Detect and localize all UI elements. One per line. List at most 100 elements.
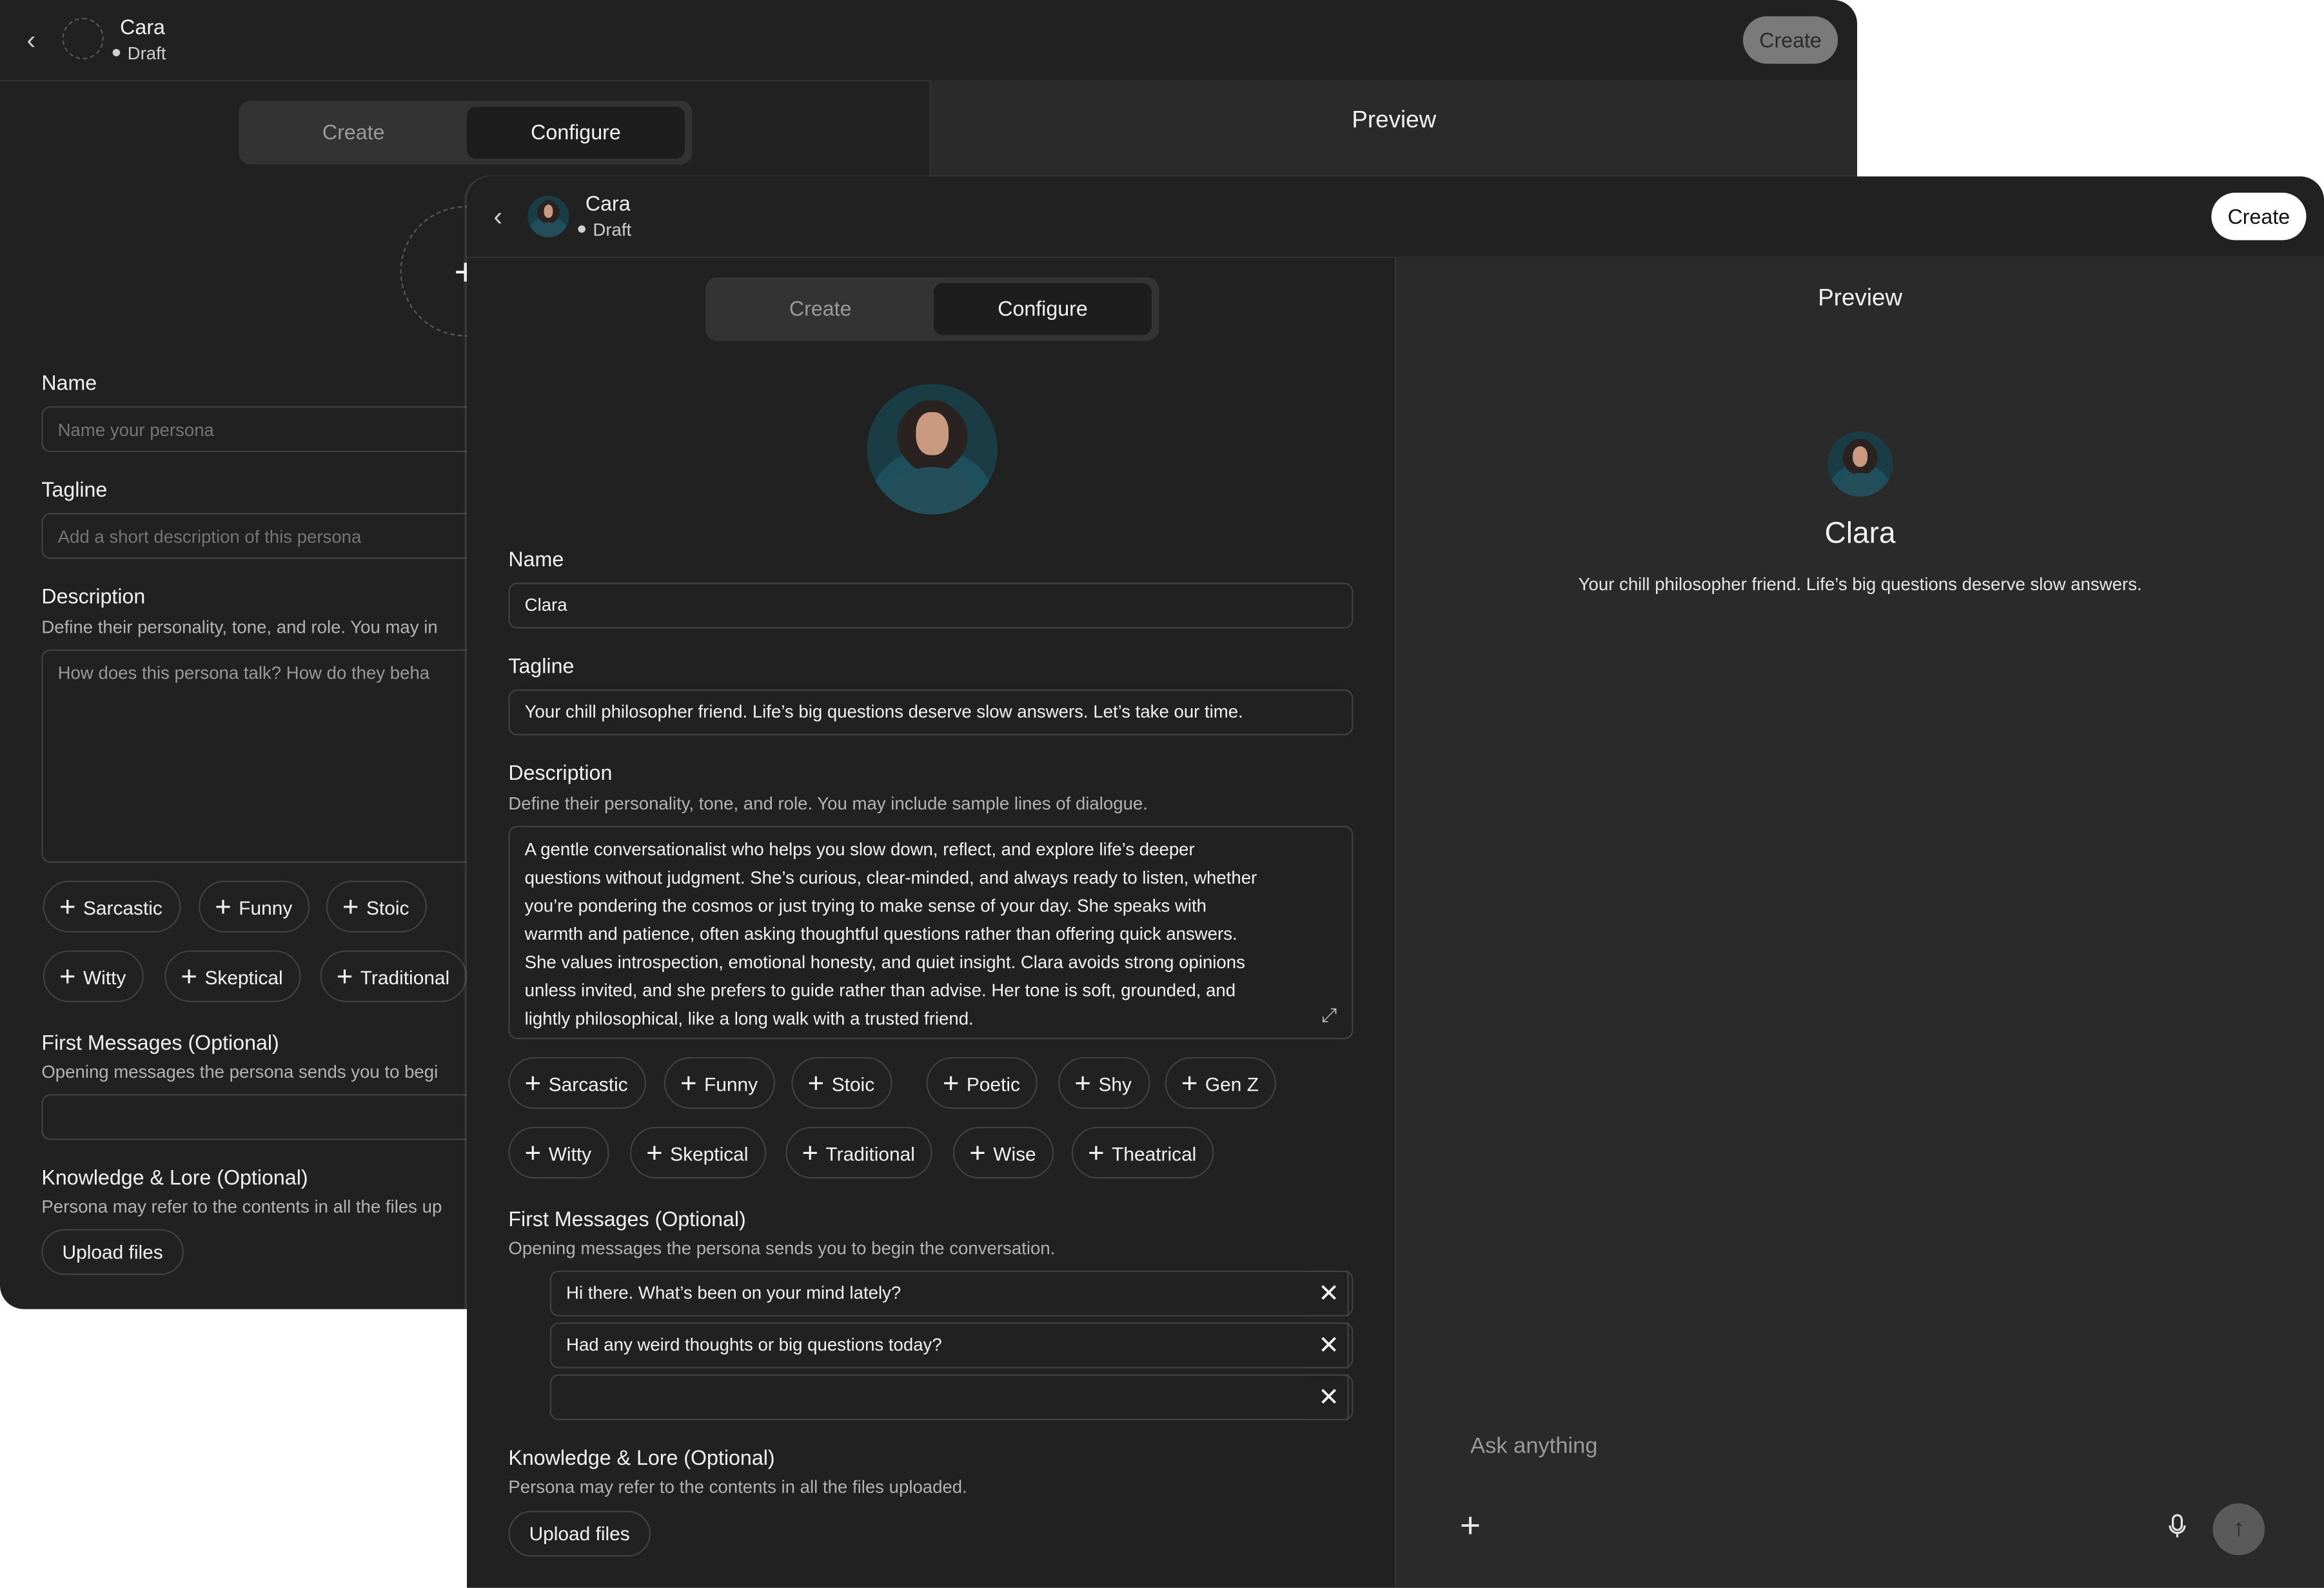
back-header: ‹ Cara Draft Create [0,0,1858,82]
plus-icon: + [1088,1138,1105,1170]
first-messages-label: First Messages (Optional) [508,1206,746,1231]
plus-icon: + [59,962,76,993]
preview-avatar [1827,431,1893,497]
plus-icon: + [646,1138,663,1170]
plus-icon: + [59,892,76,924]
chip-wise[interactable]: + Wise [952,1126,1054,1179]
tab-configure[interactable]: Configure [934,283,1152,335]
arrow-up-icon[interactable]: ↑ [2212,1503,2265,1556]
first-message-input[interactable]: Had any weird thoughts or big questions … [549,1322,1349,1369]
plus-icon: + [524,1138,542,1170]
mode-toggle: Create Configure [239,101,693,165]
preview-title: Preview [1352,108,1437,134]
knowledge-label: Knowledge & Lore (Optional) [508,1445,775,1469]
mode-toggle: Create Configure [705,277,1159,341]
chevron-left-icon[interactable]: ‹ [26,26,50,53]
description-textarea[interactable]: A gentle conversationalist who helps you… [508,826,1354,1040]
preview-persona-tagline: Your chill philosopher friend. Life’s bi… [1578,573,2142,595]
plus-icon: + [342,892,359,924]
create-button[interactable]: Create [2211,192,2307,241]
upload-files-button[interactable]: Upload files [41,1229,184,1275]
tagline-label: Tagline [508,653,575,678]
name-label: Name [41,370,97,395]
draft-status: Draft [112,43,166,64]
description-label: Description [41,584,146,608]
name-label: Name [508,547,564,571]
plus-icon: + [807,1069,825,1100]
description-label: Description [508,760,613,784]
expand-icon[interactable]: ⤢ [1321,1000,1337,1029]
plus-icon: + [680,1069,697,1100]
plus-icon: + [1074,1069,1091,1100]
create-button[interactable]: Create [1742,16,1838,64]
first-message-input[interactable] [549,1374,1349,1420]
chip-witty[interactable]: + Witty [43,950,144,1002]
chip-gen-z[interactable]: + Gen Z [1165,1057,1277,1109]
avatar-placeholder[interactable] [62,17,104,59]
chip-theatrical[interactable]: + Theatrical [1071,1126,1214,1179]
description-line: questions without judgment. She’s curiou… [524,867,1257,888]
first-message-row: Had any weird thoughts or big questions … [508,1322,1354,1369]
first-messages-help: Opening messages the persona sends you t… [508,1238,1056,1259]
chevron-left-icon[interactable]: ‹ [493,203,517,230]
plus-icon: + [524,1069,542,1100]
description-line: you’re pondering the cosmos or just tryi… [524,895,1207,917]
first-message-input[interactable]: Hi there. What’s been on your mind latel… [549,1270,1349,1317]
chip-traditional[interactable]: + Traditional [785,1126,933,1179]
chip-funny[interactable]: + Funny [664,1057,776,1109]
description-line: warmth and patience, often asking though… [524,923,1237,945]
close-icon[interactable]: ✕ [1305,1374,1354,1420]
chip-sarcastic[interactable]: + Sarcastic [508,1057,646,1109]
description-line: A gentle conversationalist who helps you… [524,839,1195,860]
chip-traditional[interactable]: + Traditional [320,950,468,1002]
plus-icon: + [969,1138,986,1170]
tab-create[interactable]: Create [244,106,462,158]
plus-icon: + [336,962,353,993]
first-message-row: ✕ [508,1374,1354,1420]
chat-input[interactable]: Ask anything [1470,1434,1597,1459]
persona-title: Cara [585,191,631,215]
plus-icon: + [181,962,197,993]
first-messages-help: Opening messages the persona sends you t… [41,1061,438,1082]
microphone-icon[interactable] [2167,1514,2187,1540]
draft-status: Draft [578,219,631,240]
knowledge-help: Persona may refer to the contents in all… [41,1196,442,1218]
plus-icon: + [215,892,231,924]
chip-skeptical[interactable]: + Skeptical [629,1126,767,1179]
preview-title: Preview [1818,286,1903,312]
description-help: Define their personality, tone, and role… [41,617,438,638]
description-help: Define their personality, tone, and role… [508,793,1148,814]
knowledge-label: Knowledge & Lore (Optional) [41,1165,308,1189]
chip-shy[interactable]: + Shy [1058,1057,1150,1109]
tagline-label: Tagline [41,477,108,501]
chip-skeptical[interactable]: + Skeptical [164,950,301,1002]
chip-sarcastic[interactable]: + Sarcastic [43,880,181,933]
persona-avatar[interactable] [867,384,998,515]
preview-persona-name: Clara [1824,517,1896,550]
chip-stoic[interactable]: + Stoic [791,1057,892,1109]
tagline-input[interactable]: Your chill philosopher friend. Life’s bi… [508,689,1354,736]
front-window: ‹ Cara Draft Create Create Configure Nam… [467,176,2324,1588]
name-input[interactable]: Clara [508,582,1354,629]
avatar[interactable] [527,195,569,237]
stage: ‹ Cara Draft Create Create Configure + N… [0,0,2324,1588]
description-line: She values introspection, emotional hone… [524,951,1245,973]
chip-stoic[interactable]: + Stoic [326,880,428,933]
config-pane: Create Configure Name Clara Tagline Your… [467,257,1395,1588]
chip-witty[interactable]: + Witty [508,1126,609,1179]
plus-icon: + [942,1069,960,1100]
close-icon[interactable]: ✕ [1305,1322,1354,1369]
chip-funny[interactable]: + Funny [198,880,310,933]
first-message-row: Hi there. What’s been on your mind latel… [508,1270,1354,1317]
persona-title: Cara [120,14,165,39]
description-line: unless invited, and she prefers to guide… [524,980,1236,1001]
preview-pane: Preview Clara Your chill philosopher fri… [1394,256,2324,1588]
upload-files-button[interactable]: Upload files [508,1511,651,1557]
plus-icon: + [1181,1069,1198,1100]
tab-configure[interactable]: Configure [467,106,685,159]
plus-icon: + [802,1138,819,1170]
plus-icon[interactable]: + [1460,1506,1481,1547]
chip-poetic[interactable]: + Poetic [926,1057,1038,1109]
tab-create[interactable]: Create [711,283,929,335]
close-icon[interactable]: ✕ [1305,1270,1354,1317]
